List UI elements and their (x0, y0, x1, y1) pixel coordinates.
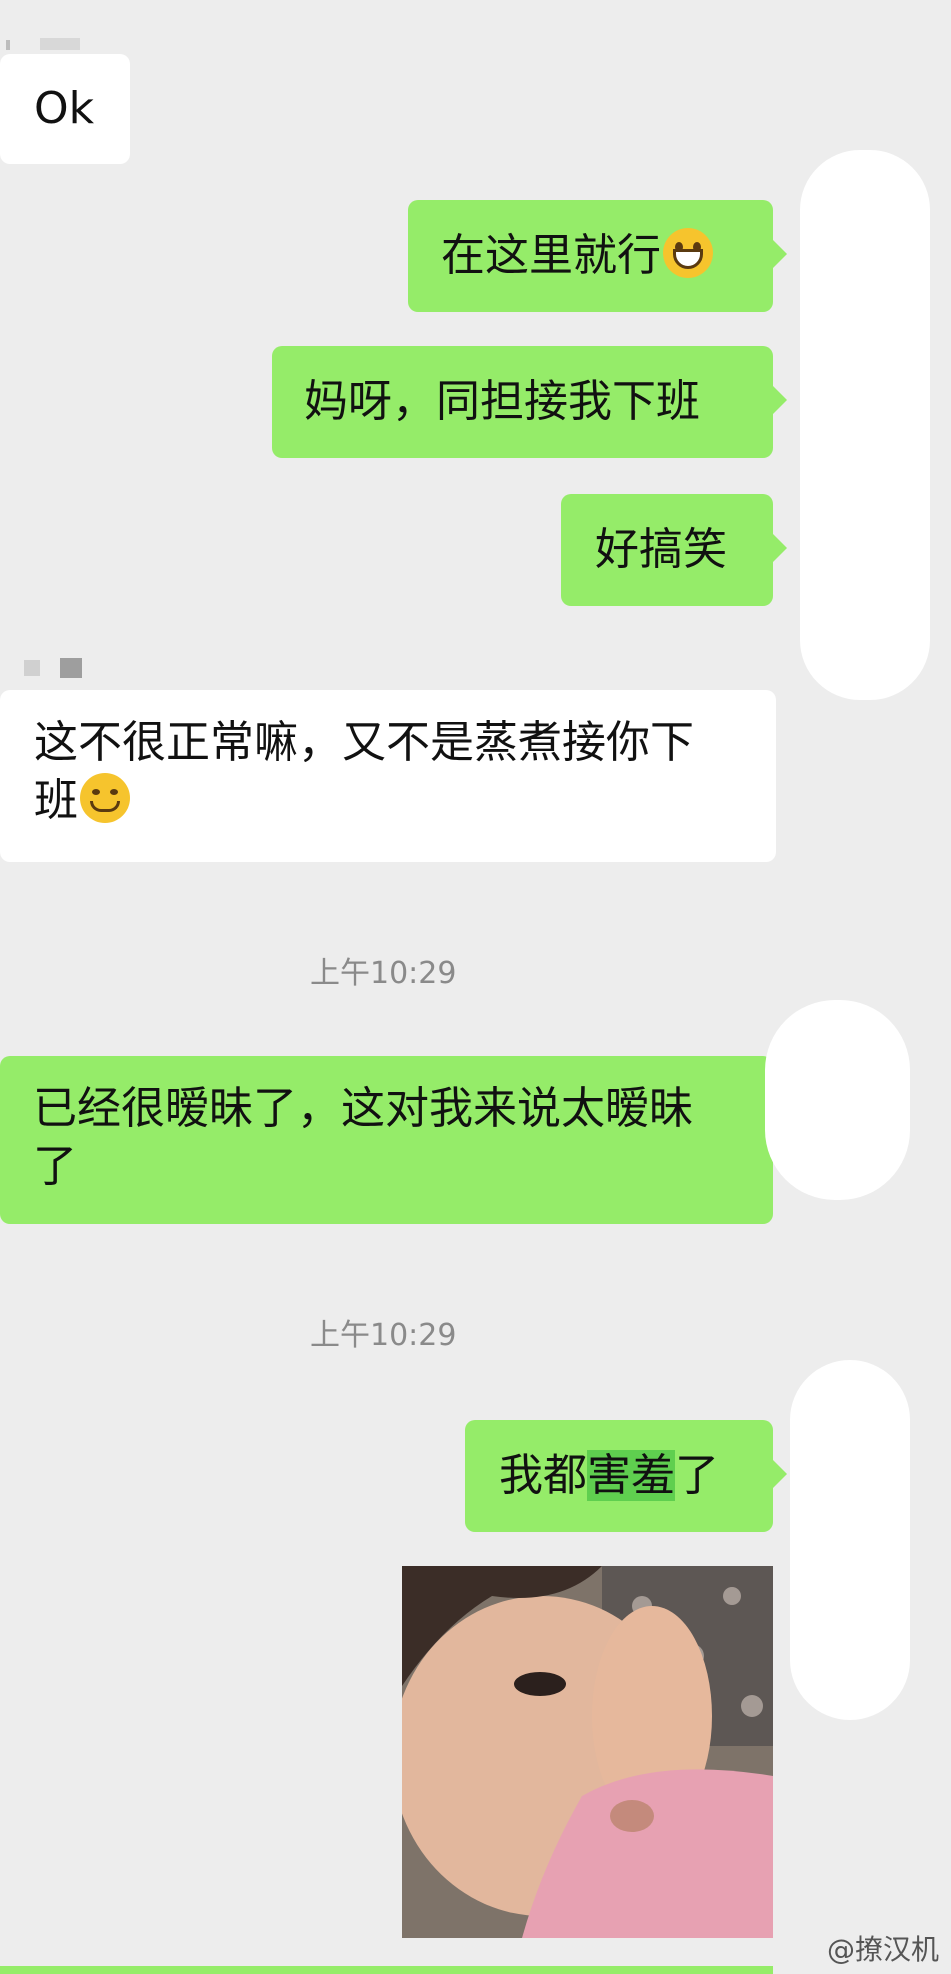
message-incoming[interactable]: Ok (0, 54, 130, 164)
child-photo (402, 1566, 773, 1938)
message-text: 妈呀，同担接我下班 (304, 376, 700, 427)
redaction-mark (765, 1000, 910, 1200)
redaction-mark (790, 1360, 910, 1720)
message-text: 我都 (499, 1450, 587, 1501)
image-message[interactable] (402, 1566, 773, 1938)
message-outgoing-partial (0, 1966, 773, 1974)
message-outgoing[interactable]: 我都害羞了 (465, 1420, 787, 1532)
redaction-mark (800, 150, 930, 700)
message-outgoing[interactable]: 妈呀，同担接我下班 (272, 346, 787, 458)
message-text: 了 (675, 1450, 719, 1501)
sender-name-blur (24, 660, 40, 676)
message-text: 了 (33, 1141, 77, 1192)
message-text: Ok (34, 83, 95, 134)
message-text: 在这里就行 (441, 230, 661, 281)
message-outgoing[interactable]: 好搞笑 (561, 494, 787, 606)
sender-name-blur (6, 40, 10, 50)
timestamp: 上午10:29 (310, 1318, 457, 1353)
smirk-emoji-icon (80, 773, 130, 823)
timestamp: 上午10:29 (310, 956, 457, 991)
grin-emoji-icon (663, 228, 713, 278)
message-text: 已经很暧昧了，这对我来说太暧昧 (33, 1083, 693, 1134)
message-text: 班 (34, 775, 78, 826)
watermark: @撩汉机 (826, 1933, 939, 1966)
message-text: 好搞笑 (595, 524, 727, 575)
message-outgoing[interactable]: 已经很暧昧了，这对我来说太暧昧 了 (0, 1056, 787, 1224)
sender-name-blur (40, 38, 80, 50)
message-outgoing[interactable]: 在这里就行 (408, 200, 787, 312)
sender-name-blur (60, 658, 82, 678)
chat-area: Ok 在这里就行 妈呀，同担接我下班 好搞笑 这不很正常嘛，又不是蒸煮接你下 班… (0, 0, 951, 1974)
highlighted-text: 害羞 (587, 1450, 675, 1501)
message-incoming[interactable]: 这不很正常嘛，又不是蒸煮接你下 班 (0, 690, 776, 862)
message-text: 这不很正常嘛，又不是蒸煮接你下 (34, 717, 694, 768)
